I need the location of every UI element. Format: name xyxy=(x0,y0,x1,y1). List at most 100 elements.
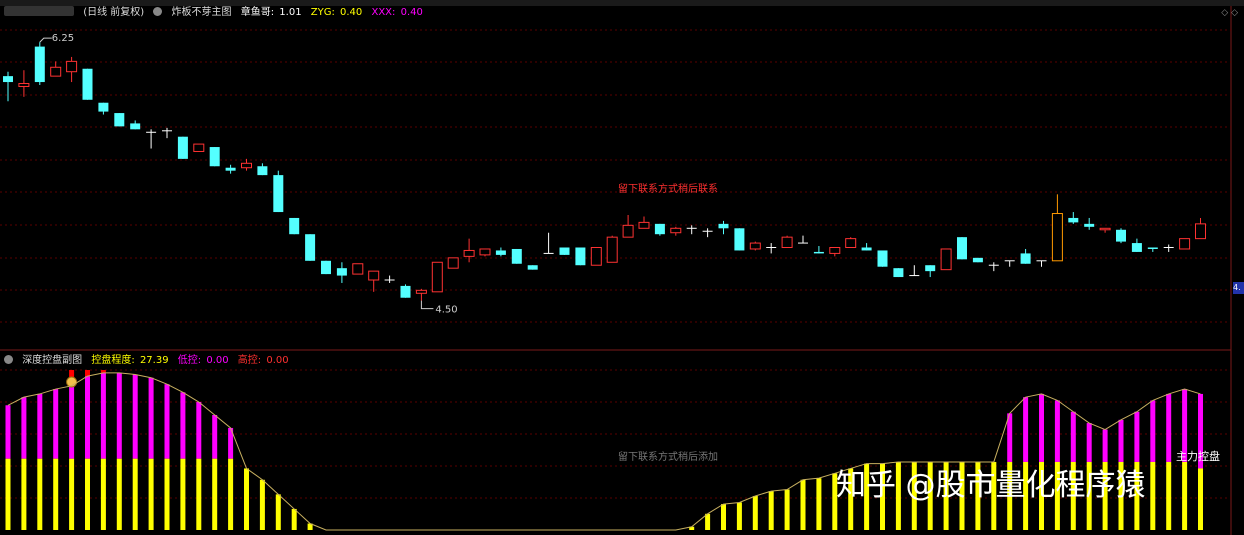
candle-body-down xyxy=(177,136,188,159)
candle-body-up xyxy=(18,83,30,87)
candle-body-down xyxy=(130,123,141,130)
candle-body-down xyxy=(654,223,665,235)
yellow-bar xyxy=(21,458,27,530)
yellow-bar xyxy=(244,468,249,530)
candle-body-down xyxy=(321,260,331,275)
magenta-bar xyxy=(180,392,186,459)
yellow-bar xyxy=(180,458,186,530)
candle-body-up xyxy=(415,289,427,294)
candle-body-down xyxy=(813,251,824,254)
candle-body-up xyxy=(479,248,491,256)
high-price-label: 6.25 xyxy=(52,33,74,44)
yellow-bar xyxy=(1182,461,1188,530)
yellow-bar xyxy=(212,458,218,530)
candle-body-down xyxy=(1116,229,1126,242)
magenta-bar xyxy=(1134,411,1140,462)
zyg-label: ZYG: xyxy=(310,7,335,18)
yellow-bar xyxy=(37,458,43,530)
ctrl-degree-label: 控盘程度: xyxy=(91,355,135,366)
candle-body-down xyxy=(861,247,872,251)
low-ctrl-value: 0.00 xyxy=(206,355,229,366)
zhangyuge-label: 章鱼哥: xyxy=(240,7,275,18)
high-ctrl-value: 0.00 xyxy=(266,355,289,366)
yellow-bar xyxy=(721,504,726,530)
magenta-bar xyxy=(196,402,202,459)
main-annotation: 留下联系方式稍后联系 xyxy=(618,182,718,195)
xxx-label: XXX: xyxy=(371,7,396,18)
candle-body-down xyxy=(225,167,236,171)
sub-indicator-name[interactable]: 深度控盘副图 xyxy=(22,355,82,366)
candle-body-up xyxy=(431,261,443,293)
candle-body-down xyxy=(925,265,936,272)
candle-body-up xyxy=(670,227,682,234)
low-price-label: 4.50 xyxy=(435,305,457,316)
yellow-bar xyxy=(800,479,806,530)
candle-body-up xyxy=(638,221,650,229)
low-ctrl-label: 低控: xyxy=(177,355,202,366)
yellow-bar xyxy=(768,491,774,530)
main-indicator-name[interactable]: 炸板不芽主图 xyxy=(172,7,232,18)
candle-body-up xyxy=(749,242,761,250)
candle-body-down xyxy=(336,268,347,276)
sub-indicator-settings-icon[interactable] xyxy=(4,355,13,364)
candle-body-up xyxy=(1179,238,1191,250)
magenta-bar xyxy=(1070,411,1076,462)
zyg-value: 0.40 xyxy=(340,7,363,18)
candle-body-up xyxy=(1051,213,1063,262)
yellow-bar xyxy=(164,458,170,530)
candle-body-down xyxy=(98,102,109,112)
candle-body-up xyxy=(1099,227,1111,231)
magenta-bar xyxy=(1023,397,1029,462)
yellow-bar xyxy=(784,489,790,530)
candle-body-up xyxy=(781,236,793,248)
yellow-bar xyxy=(5,458,11,530)
magenta-bar xyxy=(100,372,106,459)
candle-body-down xyxy=(257,166,268,176)
high-ctrl-label: 高控: xyxy=(237,355,262,366)
low-marker-line xyxy=(420,300,434,310)
candle-body-down xyxy=(893,268,904,278)
chart-canvas: 6.25 4.50 留下联系方式稍后联系留下联系方式稍后添加 主力控盘 xyxy=(0,6,1232,535)
magenta-bar xyxy=(5,405,11,459)
yellow-bar xyxy=(1166,461,1172,530)
candle-body-down xyxy=(305,234,316,261)
candle-body-down xyxy=(3,76,13,83)
yellow-bar xyxy=(291,508,297,530)
candle-body-down xyxy=(1068,217,1079,223)
zhangyuge-value: 1.01 xyxy=(279,7,302,18)
yellow-bar xyxy=(752,495,758,530)
candle-body-down xyxy=(734,228,745,251)
candle-body-up xyxy=(590,247,602,266)
yellow-bar xyxy=(196,458,202,530)
yellow-bar xyxy=(705,513,711,530)
magenta-bar xyxy=(53,389,59,459)
candle-body-up xyxy=(368,270,380,281)
yellow-bar xyxy=(116,458,122,530)
magenta-bar xyxy=(1007,413,1013,462)
candle-body-down xyxy=(1084,223,1095,227)
main-chart-header: (日线 前复权) 炸板不芽主图 章鱼哥: 1.01 ZYG: 0.40 XXX:… xyxy=(4,6,429,20)
candle-body-up xyxy=(50,66,62,77)
magenta-bar xyxy=(212,414,218,459)
candle-body-up xyxy=(193,143,205,152)
yellow-bar xyxy=(53,458,59,530)
candle-body-up xyxy=(1195,223,1206,240)
magenta-bar xyxy=(1150,400,1156,462)
magenta-bar xyxy=(1102,429,1108,462)
period-label: (日线 前复权) xyxy=(83,7,145,18)
candle-body-down xyxy=(495,250,506,255)
candle-body-down xyxy=(877,250,888,267)
magenta-bar xyxy=(1166,393,1172,462)
price-axis-marker: 4. xyxy=(1233,282,1244,294)
candle-body-up xyxy=(447,257,459,269)
yellow-bar xyxy=(259,479,265,530)
candle-body-down xyxy=(559,247,570,255)
ctrl-degree-value: 27.39 xyxy=(139,355,169,366)
candle-body-down xyxy=(957,237,967,260)
candle-body-down xyxy=(400,285,411,298)
candle-body-down xyxy=(972,257,983,263)
candle-body-up xyxy=(241,162,252,169)
indicator-settings-icon[interactable] xyxy=(153,7,163,16)
magenta-bar xyxy=(69,385,75,459)
window-controls[interactable]: ◇ ◇ xyxy=(1221,8,1238,18)
